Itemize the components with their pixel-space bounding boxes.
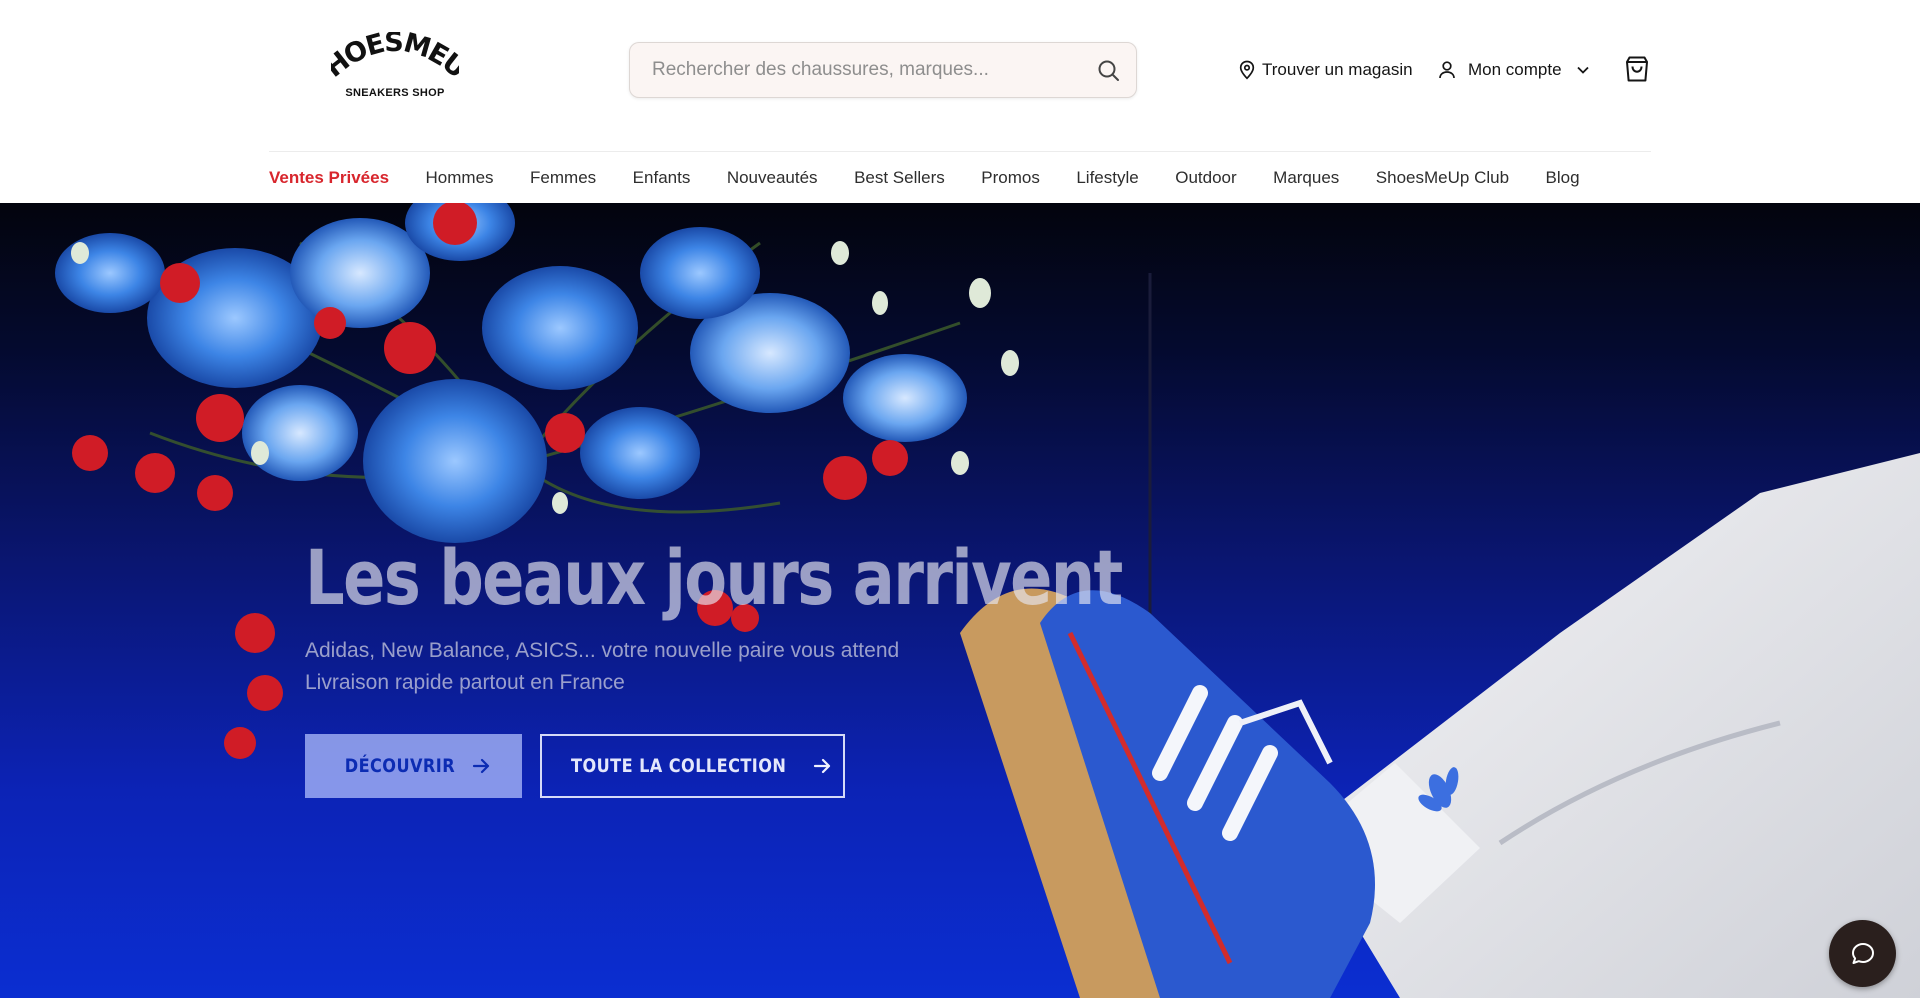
collection-button-label: TOUTE LA COLLECTION: [570, 755, 787, 777]
arrow-right-icon: [473, 758, 490, 774]
account-menu[interactable]: Mon compte: [1438, 56, 1590, 84]
cart-button[interactable]: [1624, 55, 1650, 83]
chat-button[interactable]: [1829, 920, 1896, 987]
hero-subtitle: Adidas, New Balance, ASICS... votre nouv…: [305, 635, 899, 699]
svg-text:SHOESMEUP: SHOESMEUP: [331, 32, 459, 82]
logo-wordmark-icon: SHOESMEUP: [331, 32, 459, 82]
store-locator-link[interactable]: Trouver un magasin: [1238, 56, 1413, 84]
nav-item-enfants[interactable]: Enfants: [633, 165, 691, 191]
nav-item-lifestyle[interactable]: Lifestyle: [1076, 165, 1138, 191]
nav-item-outdoor[interactable]: Outdoor: [1175, 165, 1236, 191]
site-header: SHOESMEUP SNEAKERS SHOP Trouver un magas…: [0, 0, 1920, 203]
shopping-bag-icon: [1626, 56, 1648, 82]
discover-button[interactable]: DÉCOUVRIR: [305, 734, 522, 798]
nav-item-femmes[interactable]: Femmes: [530, 165, 596, 191]
nav-item-blog[interactable]: Blog: [1546, 165, 1580, 191]
brand-logo[interactable]: SHOESMEUP SNEAKERS SHOP: [331, 32, 459, 104]
nav-item-promos[interactable]: Promos: [981, 165, 1040, 191]
chevron-down-icon: [1576, 66, 1589, 74]
nav-item-best-sellers[interactable]: Best Sellers: [854, 165, 945, 191]
nav-divider: [269, 151, 1651, 152]
search-icon[interactable]: [1096, 58, 1122, 84]
main-nav: Ventes Privées Hommes Femmes Enfants Nou…: [269, 165, 1616, 191]
search-input[interactable]: [652, 43, 1072, 97]
hero-title: Les beaux jours arrivent: [305, 533, 1123, 622]
nav-item-nouveautes[interactable]: Nouveautés: [727, 165, 818, 191]
chat-bubble-icon: [1851, 942, 1874, 964]
hero-subtitle-line-1: Adidas, New Balance, ASICS... votre nouv…: [305, 639, 900, 662]
nav-item-hommes[interactable]: Hommes: [426, 165, 494, 191]
nav-item-marques[interactable]: Marques: [1273, 165, 1339, 191]
discover-button-label: DÉCOUVRIR: [344, 755, 455, 777]
search-bar: [629, 42, 1137, 98]
nav-item-ventes-privees[interactable]: Ventes Privées: [269, 165, 389, 191]
store-locator-label: Trouver un magasin: [1262, 60, 1413, 79]
hero-subtitle-line-2: Livraison rapide partout en France: [305, 671, 625, 694]
brand-tagline: SNEAKERS SHOP: [345, 87, 445, 99]
map-pin-icon: [1239, 60, 1255, 80]
account-label: Mon compte: [1468, 60, 1562, 79]
hero-banner: Les beaux jours arrivent Adidas, New Bal…: [0, 203, 1920, 998]
user-icon: [1439, 61, 1455, 79]
arrow-right-icon: [814, 758, 831, 774]
collection-button[interactable]: TOUTE LA COLLECTION: [540, 734, 845, 798]
nav-item-club[interactable]: ShoesMeUp Club: [1376, 165, 1509, 191]
